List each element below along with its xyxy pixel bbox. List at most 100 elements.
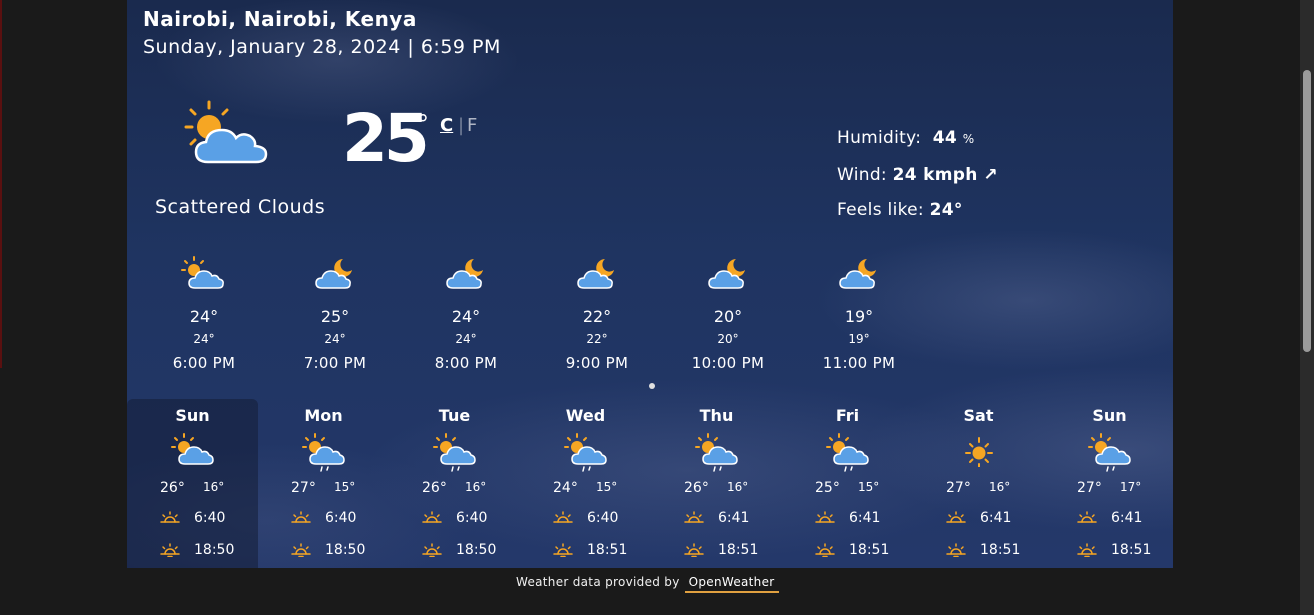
sunset-row: 18:50 [291, 542, 365, 558]
sun-cloud-icon [144, 256, 264, 296]
day-low-temp: 15° [596, 480, 618, 494]
sunrise-icon [553, 511, 573, 523]
day-name: Sat [963, 406, 994, 425]
day-high-temp: 24° [553, 480, 578, 496]
hourly-icon-cell [144, 256, 264, 296]
sun-cloud-icon [127, 433, 258, 471]
sunset-row: 18:51 [553, 542, 627, 558]
sunset-row: 18:51 [946, 542, 1020, 558]
sun-cloud-rain-icon [389, 433, 520, 477]
sunset-icon [553, 543, 573, 558]
daily-forecast-tue[interactable]: Tue 26° 16° 6:40 18:50 [389, 399, 520, 568]
sun-cloud-rain-icon [258, 433, 389, 477]
sun-cloud-rain-icon [520, 433, 651, 477]
daily-forecast-fri[interactable]: Fri 25° 15° 6:41 18:51 [782, 399, 913, 568]
sunset-icon [291, 543, 311, 558]
sun-cloud-rain-icon [651, 433, 782, 477]
fahrenheit-toggle[interactable]: F [467, 115, 477, 136]
day-high-temp: 26° [160, 480, 185, 496]
moon-cloud-icon [799, 256, 919, 296]
day-high-temp: 27° [946, 480, 971, 496]
carousel-dot[interactable] [649, 383, 655, 389]
hourly-feels-like: 20° [717, 332, 739, 346]
sunrise-time: 6:40 [194, 510, 226, 526]
celsius-toggle[interactable]: C [440, 115, 453, 136]
hourly-feels-like: 24° [324, 332, 346, 346]
weather-details: Humidity: 44 % Wind: 24 kmph ↗ Feels lik… [837, 121, 998, 229]
hourly-feels-like: 24° [455, 332, 477, 346]
current-temperature: 25 [342, 100, 430, 177]
hourly-icon-cell [537, 256, 657, 296]
sunset-time: 18:50 [325, 542, 366, 558]
daily-forecast-wed[interactable]: Wed 24° 15° 6:40 18:51 [520, 399, 651, 568]
daily-forecast-sat[interactable]: Sat 27° 16° 6:41 18:51 [913, 399, 1044, 568]
day-name: Tue [438, 406, 471, 425]
sunrise-icon [422, 511, 442, 523]
feels-like-row: Feels like: 24° [837, 193, 998, 229]
sunrise-time: 6:40 [587, 510, 619, 526]
day-low-temp: 16° [727, 480, 749, 494]
hourly-feels-like: 24° [193, 332, 215, 346]
sunset-time: 18:51 [849, 542, 890, 558]
day-name: Fri [835, 406, 860, 425]
day-high-temp: 26° [422, 480, 447, 496]
daily-forecast-thu[interactable]: Thu 26° 16° 6:41 18:51 [651, 399, 782, 568]
moon-cloud-icon [275, 256, 395, 296]
wind-row: Wind: 24 kmph ↗ [837, 158, 998, 194]
hourly-time: 8:00 PM [434, 354, 498, 372]
degree-symbol: ° [417, 110, 429, 138]
sunset-time: 18:50 [194, 542, 235, 558]
hourly-time: 6:00 PM [172, 354, 236, 372]
sunset-row: 18:51 [1077, 542, 1151, 558]
background-window-edge [0, 0, 2, 368]
hourly-icon-cell [668, 256, 788, 296]
scrollbar-thumb[interactable] [1303, 70, 1311, 352]
openweather-link[interactable]: OpenWeather [684, 575, 779, 593]
sunset-icon [1077, 543, 1097, 558]
hourly-temp: 19° [844, 307, 874, 326]
sunrise-row: 6:40 [291, 510, 356, 526]
hourly-temp: 22° [582, 307, 612, 326]
day-low-temp: 15° [334, 480, 356, 494]
hourly-temp: 20° [713, 307, 743, 326]
location-title: Nairobi, Nairobi, Kenya [143, 7, 417, 31]
sunset-icon [160, 543, 180, 558]
current-datetime: Sunday, January 28, 2024 | 6:59 PM [143, 36, 501, 58]
sunset-icon [684, 543, 704, 558]
feels-like-label: Feels like: [837, 200, 924, 220]
page-scrollbar[interactable] [1300, 0, 1314, 615]
hourly-time: 7:00 PM [303, 354, 367, 372]
sun-cloud-rain-icon [1044, 433, 1173, 477]
wind-direction-arrow-icon: ↗ [983, 164, 998, 185]
sunrise-time: 6:41 [980, 510, 1012, 526]
feels-like-value: 24° [929, 200, 963, 220]
sunrise-icon [1077, 511, 1097, 523]
sunrise-row: 6:41 [946, 510, 1011, 526]
day-low-temp: 16° [465, 480, 487, 494]
sun-cloud-icon [184, 100, 272, 170]
daily-forecast-mon[interactable]: Mon 27° 15° 6:40 18:50 [258, 399, 389, 568]
day-name: Sun [1092, 406, 1127, 425]
humidity-label: Humidity: [837, 128, 922, 148]
day-high-temp: 27° [1077, 480, 1102, 496]
hourly-feels-like: 22° [586, 332, 608, 346]
sunrise-icon [815, 511, 835, 523]
moon-cloud-icon [537, 256, 657, 296]
sunrise-row: 6:40 [422, 510, 487, 526]
daily-forecast-sun[interactable]: Sun 26° 16° 6:40 18:50 [127, 399, 258, 568]
daily-forecast-sun-next[interactable]: Sun 27° 17° 6:41 18:51 [1044, 399, 1173, 568]
sunrise-icon [160, 511, 180, 523]
sunrise-icon [291, 511, 311, 523]
day-name: Thu [699, 406, 734, 425]
sunset-time: 18:51 [718, 542, 759, 558]
hourly-time: 11:00 PM [822, 354, 896, 372]
sun-cloud-rain-icon [782, 433, 913, 477]
sunrise-time: 6:41 [718, 510, 750, 526]
sunrise-time: 6:41 [1111, 510, 1143, 526]
day-name: Sun [175, 406, 210, 425]
sunrise-row: 6:41 [815, 510, 880, 526]
weather-condition: Scattered Clouds [155, 196, 326, 218]
humidity-unit: % [962, 132, 975, 146]
day-low-temp: 16° [989, 480, 1011, 494]
sunset-icon [946, 543, 966, 558]
